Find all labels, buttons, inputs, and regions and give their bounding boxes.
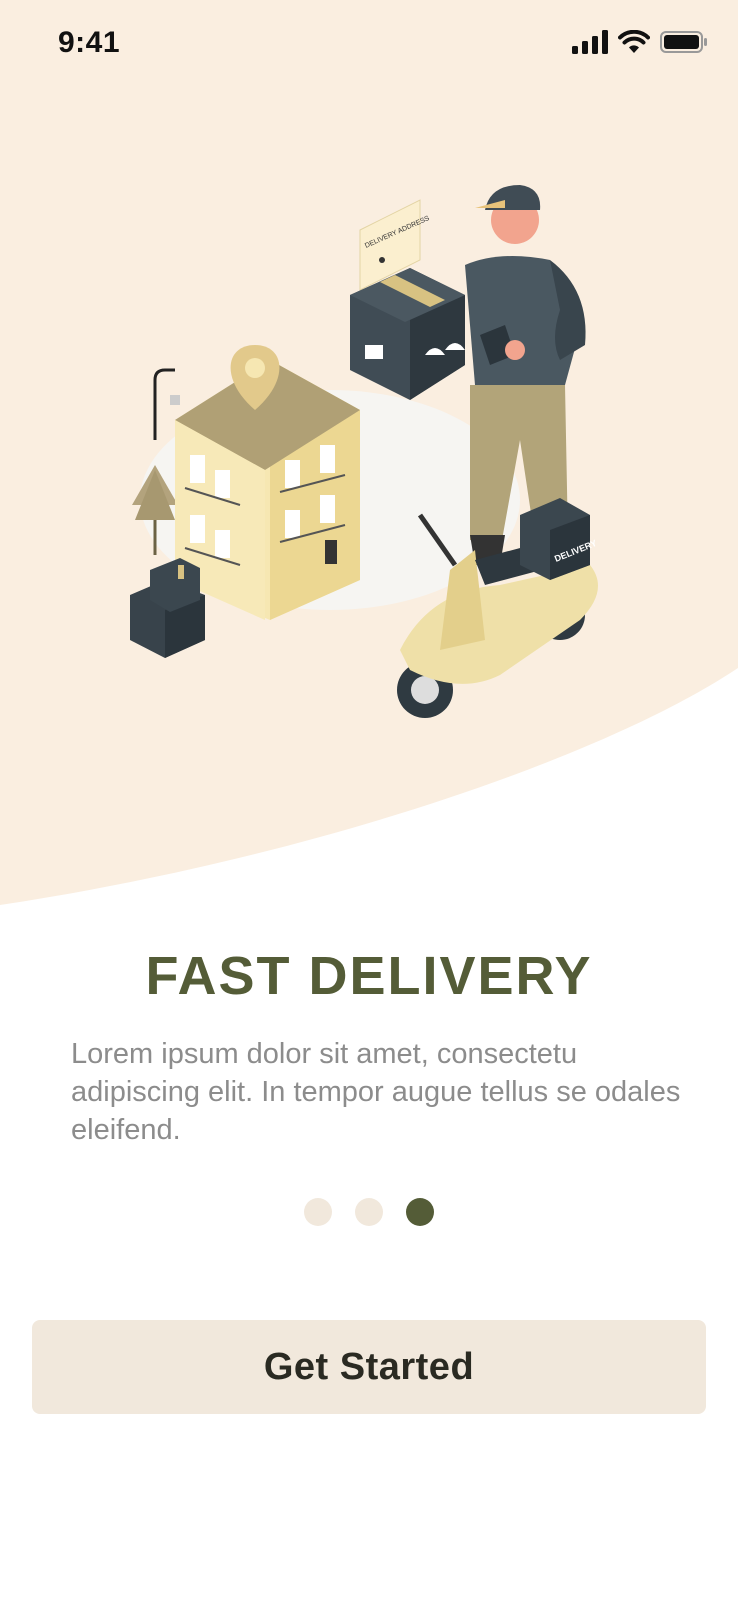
cellular-signal-icon <box>572 30 608 54</box>
page-indicator <box>304 1198 434 1226</box>
wifi-icon <box>618 30 650 53</box>
building-icon <box>175 360 360 620</box>
onboarding-title: FAST DELIVERY <box>145 946 593 1006</box>
delivery-illustration: DELIVERY ADDRESS DELIVERY <box>130 185 598 718</box>
page-dot-3-active[interactable] <box>406 1198 434 1226</box>
page-dot-2[interactable] <box>355 1198 383 1226</box>
status-icons <box>572 30 708 54</box>
battery-icon <box>660 31 707 53</box>
onboarding-description: Lorem ipsum dolor sit amet, consectetu a… <box>71 1038 681 1146</box>
status-bar: 9:41 <box>0 0 738 90</box>
status-time: 9:41 <box>58 26 121 59</box>
page-dot-1[interactable] <box>304 1198 332 1226</box>
carried-box-icon <box>350 268 465 400</box>
get-started-button[interactable]: Get Started <box>32 1320 706 1414</box>
boxes-stack-icon <box>130 558 205 658</box>
